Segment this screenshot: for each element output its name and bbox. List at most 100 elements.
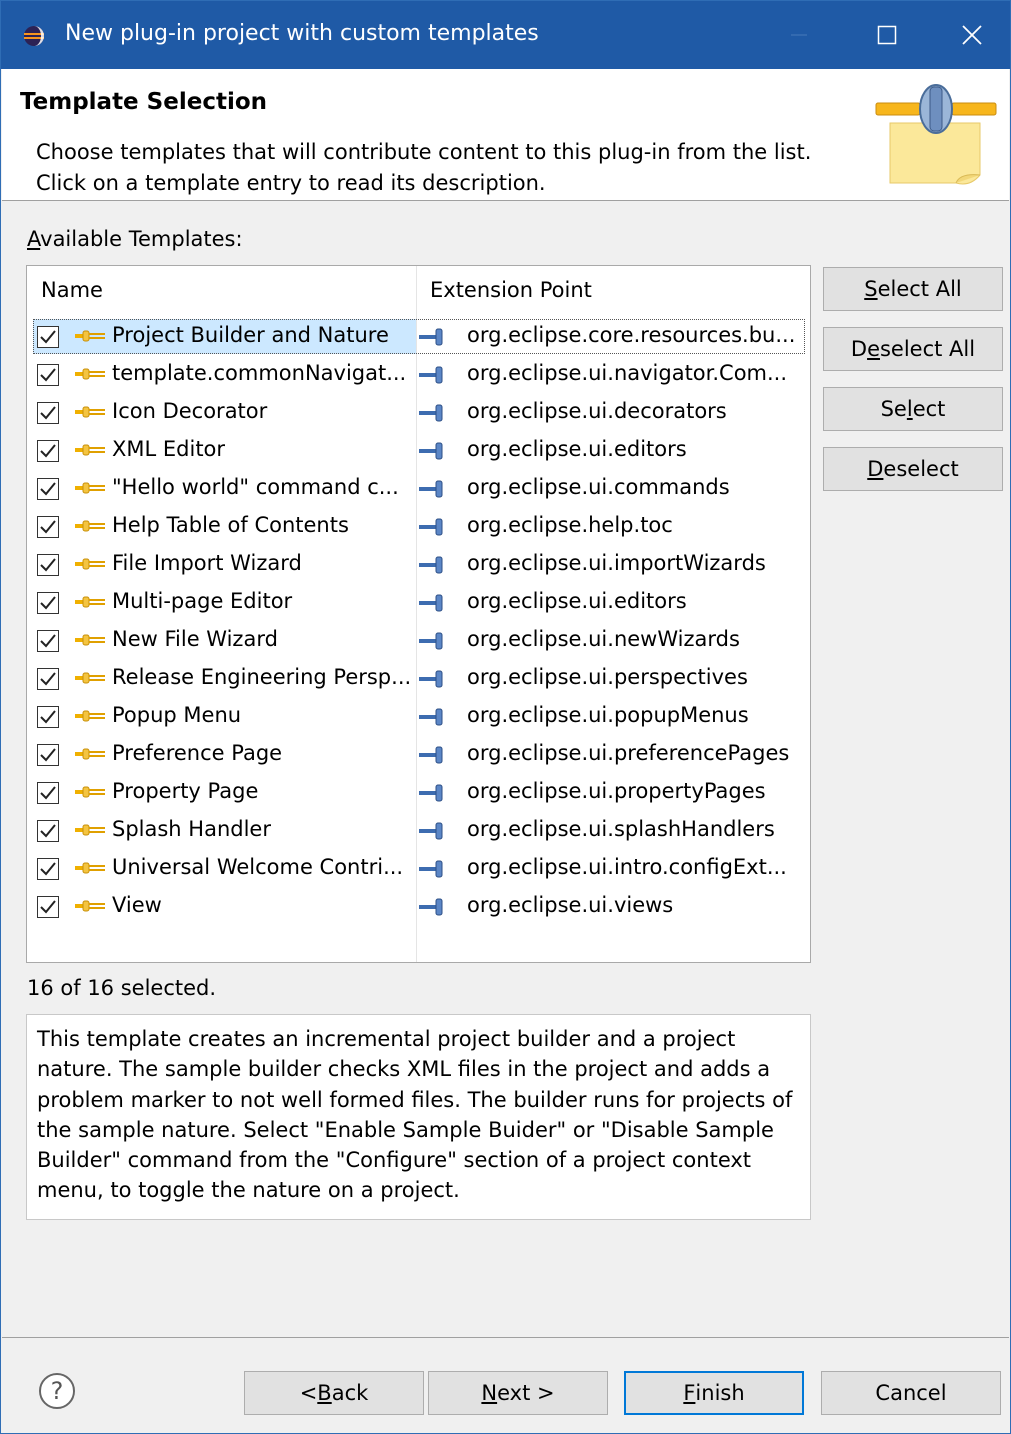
plug-icon xyxy=(75,710,105,722)
checkbox-checked[interactable] xyxy=(37,820,59,842)
template-name: Icon Decorator xyxy=(112,399,268,423)
minimize-icon xyxy=(791,34,807,36)
extension-point: org.eclipse.ui.preferencePages xyxy=(467,741,790,765)
checkbox-checked[interactable] xyxy=(37,668,59,690)
table-row[interactable]: "Hello world" command c... org.eclipse.ui… xyxy=(27,470,810,508)
column-header-extension-point[interactable]: Extension Point xyxy=(430,278,592,302)
svg-text:?: ? xyxy=(51,1377,64,1405)
extension-point-icon xyxy=(419,366,443,384)
template-name: "Hello world" command c... xyxy=(112,475,399,499)
extension-point-icon xyxy=(419,822,443,840)
wizard-header: Template Selection Choose templates that… xyxy=(2,69,1009,201)
extension-point-icon xyxy=(419,708,443,726)
checkbox-checked[interactable] xyxy=(37,402,59,424)
table-row[interactable]: Preference Page org.eclipse.ui.preference… xyxy=(27,736,810,774)
extension-point: org.eclipse.ui.commands xyxy=(467,475,730,499)
checkbox-checked[interactable] xyxy=(37,364,59,386)
deselect-all-button[interactable]: De select All xyxy=(823,327,1003,371)
extension-point-icon xyxy=(419,594,443,612)
table-row[interactable]: Property Page org.eclipse.ui.propertyPage… xyxy=(27,774,810,812)
plug-icon xyxy=(75,786,105,798)
extension-point-icon xyxy=(419,898,443,916)
template-name: Universal Welcome Contri... xyxy=(112,855,404,879)
checkbox-checked[interactable] xyxy=(37,440,59,462)
description-line-1: Choose templates that will contribute co… xyxy=(36,140,812,164)
plug-icon xyxy=(75,862,105,874)
table-row[interactable]: Release Engineering Persp... org.eclipse.… xyxy=(27,660,810,698)
table-row[interactable]: XML Editor org.eclipse.ui.editors xyxy=(27,432,810,470)
checkbox-checked[interactable] xyxy=(37,896,59,918)
extension-point: org.eclipse.ui.intro.configExt... xyxy=(467,855,787,879)
extension-point: org.eclipse.help.toc xyxy=(467,513,673,537)
extension-point: org.eclipse.ui.editors xyxy=(467,437,687,461)
checkbox-checked[interactable] xyxy=(37,326,59,348)
extension-point-icon xyxy=(419,480,443,498)
eclipse-icon xyxy=(24,26,44,46)
template-name: Multi-page Editor xyxy=(112,589,293,613)
plug-icon xyxy=(75,634,105,646)
extension-point: org.eclipse.ui.decorators xyxy=(467,399,727,423)
checkbox-checked[interactable] xyxy=(37,516,59,538)
table-row[interactable]: File Import Wizard org.eclipse.ui.importW… xyxy=(27,546,810,584)
extension-point: org.eclipse.ui.importWizards xyxy=(467,551,766,575)
maximize-button[interactable] xyxy=(841,1,933,69)
template-name: File Import Wizard xyxy=(112,551,302,575)
table-row[interactable]: template.commonNavigat... org.eclipse.ui.… xyxy=(27,356,810,394)
checkbox-checked[interactable] xyxy=(37,706,59,728)
plug-icon xyxy=(75,824,105,836)
next-button[interactable]: Next > xyxy=(428,1371,608,1415)
table-row[interactable]: Universal Welcome Contri... org.eclipse.u… xyxy=(27,850,810,888)
template-name: template.commonNavigat... xyxy=(112,361,407,385)
plug-icon xyxy=(75,368,105,380)
plug-icon xyxy=(75,406,105,418)
table-row[interactable]: View org.eclipse.ui.views xyxy=(27,888,810,926)
select-all-button[interactable]: Select All xyxy=(823,267,1003,311)
plug-icon xyxy=(75,482,105,494)
checkbox-checked[interactable] xyxy=(37,782,59,804)
available-templates-label: Available Templates: xyxy=(27,227,243,251)
table-row[interactable]: Help Table of Contents org.eclipse.help.t… xyxy=(27,508,810,546)
select-button[interactable]: Se l ect xyxy=(823,387,1003,431)
table-row[interactable]: Icon Decorator org.eclipse.ui.decorators xyxy=(27,394,810,432)
extension-point: org.eclipse.ui.views xyxy=(467,893,674,917)
checkbox-checked[interactable] xyxy=(37,744,59,766)
cancel-button[interactable]: Cancel xyxy=(821,1371,1001,1415)
checkbox-checked[interactable] xyxy=(37,592,59,614)
extension-point: org.eclipse.ui.popupMenus xyxy=(467,703,749,727)
close-button[interactable] xyxy=(933,1,1010,69)
checkbox-checked[interactable] xyxy=(37,554,59,576)
templates-table[interactable]: Name Extension Point Project Builder and… xyxy=(26,265,811,963)
extension-point-icon xyxy=(419,404,443,422)
table-row[interactable]: Multi-page Editor org.eclipse.ui.editors xyxy=(27,584,810,622)
help-icon[interactable]: ? xyxy=(37,1371,77,1411)
extension-point: org.eclipse.core.resources.bu... xyxy=(467,323,796,347)
template-name: XML Editor xyxy=(112,437,226,461)
template-name: New File Wizard xyxy=(112,627,278,651)
title-bar[interactable]: New plug-in project with custom template… xyxy=(1,1,1010,69)
template-name: Popup Menu xyxy=(112,703,242,727)
template-name: Help Table of Contents xyxy=(112,513,349,537)
page-title: Template Selection xyxy=(20,89,268,115)
table-row[interactable]: Project Builder and Nature org.eclipse.co… xyxy=(27,318,810,356)
extension-point-icon xyxy=(419,442,443,460)
plug-icon xyxy=(75,748,105,760)
checkbox-checked[interactable] xyxy=(37,478,59,500)
column-header-name[interactable]: Name xyxy=(41,278,103,302)
checkbox-checked[interactable] xyxy=(37,858,59,880)
footer-separator xyxy=(2,1337,1009,1338)
table-row[interactable]: Popup Menu org.eclipse.ui.popupMenus xyxy=(27,698,810,736)
back-button[interactable]: < Back xyxy=(244,1371,424,1415)
extension-point-icon xyxy=(419,556,443,574)
deselect-button[interactable]: Deselect xyxy=(823,447,1003,491)
template-name: Property Page xyxy=(112,779,259,803)
checkbox-checked[interactable] xyxy=(37,630,59,652)
plug-icon xyxy=(75,330,105,342)
minimize-button[interactable] xyxy=(753,1,845,69)
finish-button[interactable]: Finish xyxy=(624,1371,804,1415)
extension-point: org.eclipse.ui.newWizards xyxy=(467,627,740,651)
table-row[interactable]: Splash Handler org.eclipse.ui.splashHandl… xyxy=(27,812,810,850)
maximize-icon xyxy=(877,25,897,45)
table-row[interactable]: New File Wizard org.eclipse.ui.newWizards xyxy=(27,622,810,660)
extension-point-icon xyxy=(419,670,443,688)
plug-icon xyxy=(75,444,105,456)
